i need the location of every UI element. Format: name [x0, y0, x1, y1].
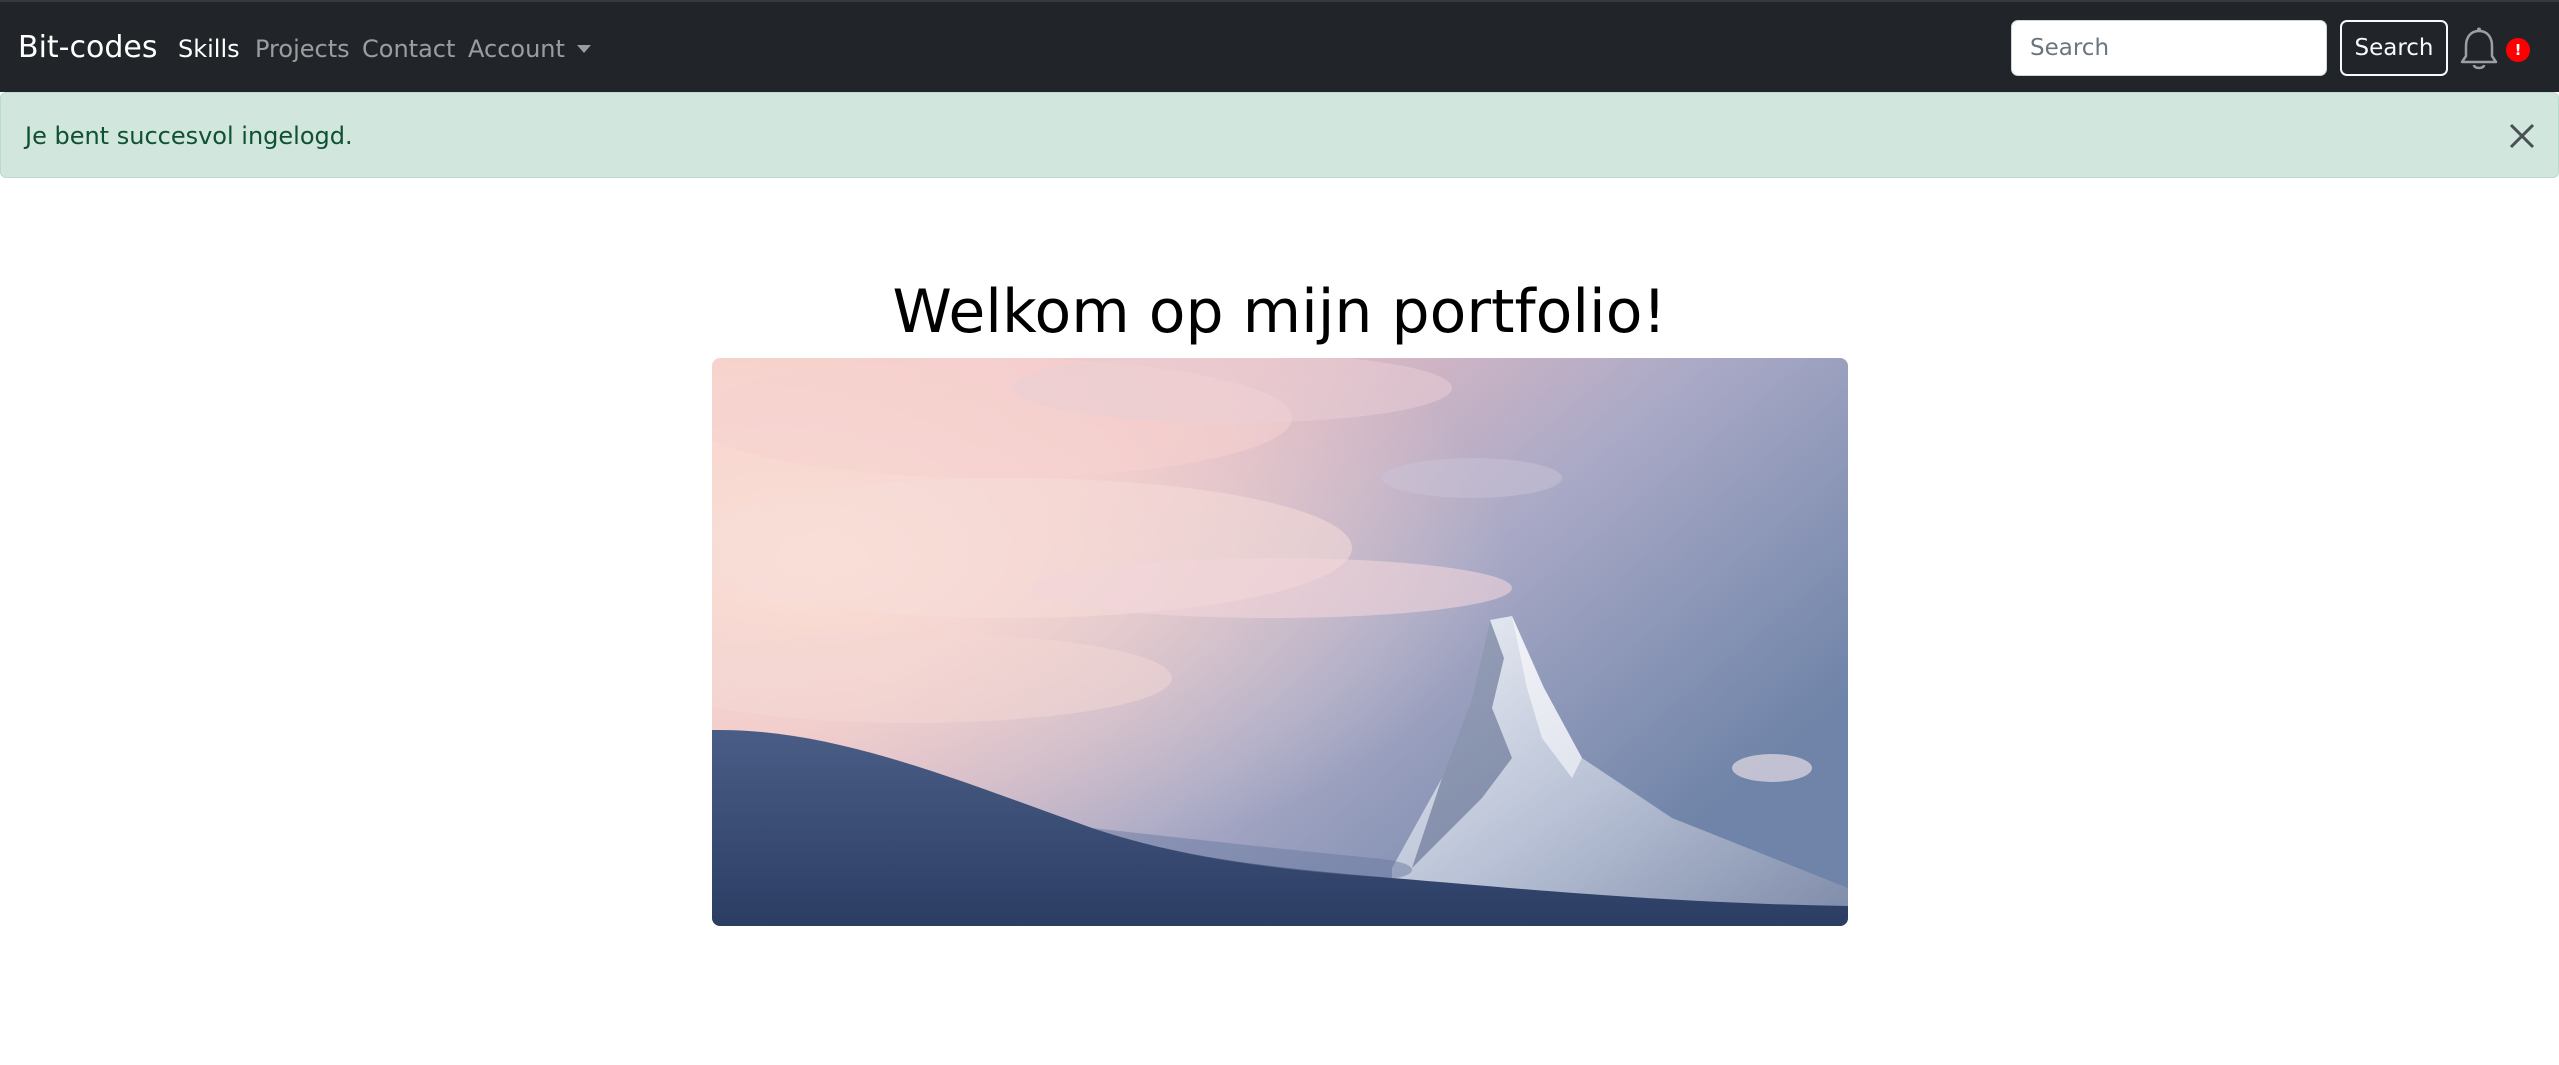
close-icon[interactable]	[2502, 116, 2542, 156]
caret-down-icon	[576, 45, 591, 53]
notification-badge: !	[2506, 38, 2530, 62]
navbar-brand[interactable]: Bit-codes	[18, 28, 157, 68]
nav-link-skills[interactable]: Skills	[178, 32, 240, 66]
page-title: Welkom op mijn portfolio!	[892, 277, 1667, 347]
hero-image	[712, 358, 1848, 926]
search-button[interactable]: Search	[2340, 20, 2448, 76]
search-input[interactable]	[2011, 20, 2327, 76]
bell-icon[interactable]	[2458, 26, 2500, 72]
alert-message: Je bent succesvol ingelogd.	[25, 122, 353, 150]
success-alert: Je bent succesvol ingelogd.	[0, 92, 2559, 178]
navbar: Bit-codes Skills Projects Contact Accoun…	[0, 0, 2559, 92]
nav-link-projects[interactable]: Projects	[255, 32, 350, 66]
nav-link-contact[interactable]: Contact	[362, 32, 455, 66]
nav-link-account-label: Account	[468, 35, 565, 63]
nav-dropdown-account[interactable]: Account	[468, 32, 591, 66]
